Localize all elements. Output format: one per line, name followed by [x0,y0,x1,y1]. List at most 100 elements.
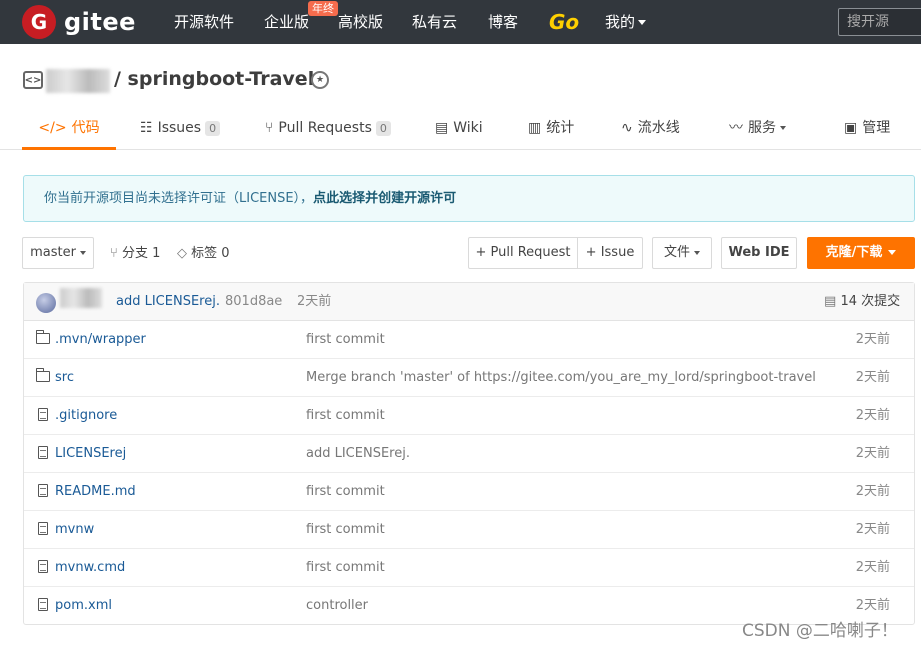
pipeline-icon: ∿ [621,120,633,136]
author-name-blurred[interactable] [60,288,102,308]
table-row[interactable]: mvnw first commit 2天前 [24,511,914,549]
file-menu-button[interactable]: 文件 [652,237,712,269]
file-name[interactable]: mvnw.cmd [55,549,125,587]
search-input[interactable]: 搜开源 [838,8,921,36]
commits-icon: ▤ [824,294,837,309]
commit-message[interactable]: first commit [306,473,385,511]
file-name[interactable]: .gitignore [55,397,117,435]
issues-count: 0 [205,121,221,136]
commit-message[interactable]: first commit [306,397,385,435]
table-row[interactable]: LICENSErej add LICENSErej. 2天前 [24,435,914,473]
commit-time: 2天前 [855,484,890,499]
branches-link[interactable]: ⑂ 分支 1 [110,238,160,270]
new-pull-request-button[interactable]: + Pull Request [468,237,578,269]
file-name[interactable]: pom.xml [55,587,112,625]
file-name[interactable]: .mvn/wrapper [55,321,146,359]
tab-issues-label: Issues [157,120,202,136]
gitee-logo-icon: G [22,5,56,39]
tab-pipeline[interactable]: ∿ 流水线 [621,110,680,150]
file-name[interactable]: src [55,359,74,397]
table-row[interactable]: README.md first commit 2天前 [24,473,914,511]
nav-enterprise[interactable]: 企业版 [264,0,309,44]
pulse-icon: 〰 [729,120,743,136]
tab-wiki-label: Wiki [453,120,483,136]
chevron-down-icon [888,250,897,255]
manage-icon: ▣ [844,120,858,136]
file-name[interactable]: mvnw [55,511,94,549]
commit-message[interactable]: first commit [306,321,385,359]
commit-message[interactable]: first commit [306,511,385,549]
branch-select[interactable]: master [22,237,94,269]
license-notice-text: 你当前开源项目尚未选择许可证（LICENSE）， [44,191,314,206]
nav-open-source[interactable]: 开源软件 [174,0,234,44]
commit-time: 2天前 [855,332,890,347]
table-row[interactable]: .gitignore first commit 2天前 [24,397,914,435]
chevron-down-icon [780,126,786,130]
repo-title[interactable]: / springboot-Travel [114,68,314,90]
bar-chart-icon: ▥ [528,120,542,136]
pull-requests-count: 0 [375,121,391,136]
file-icon [38,408,48,421]
file-icon [38,598,48,611]
table-row[interactable]: src Merge branch 'master' of https://git… [24,359,914,397]
tags-link[interactable]: ◇ 标签 0 [177,238,230,270]
gitee-logo[interactable]: G gitee [22,5,136,39]
last-commit-sha[interactable]: 801d8ae [225,283,282,321]
file-icon [38,446,48,459]
commit-message[interactable]: first commit [306,549,385,587]
commit-time: 2天前 [855,560,890,575]
clone-download-label: 克隆/下载 [825,245,883,260]
table-row[interactable]: .mvn/wrapper first commit 2天前 [24,321,914,359]
nav-education[interactable]: 高校版 [338,0,383,44]
chevron-down-icon [79,250,86,255]
book-icon: ▤ [435,120,449,136]
nav-mine[interactable]: 我的 [605,0,647,44]
create-license-link[interactable]: 点此选择并创建开源许可 [313,191,456,206]
new-issue-button[interactable]: + Issue [577,237,643,269]
folder-icon [35,368,50,382]
clone-download-button[interactable]: 克隆/下载 [807,237,915,269]
tab-code[interactable]: </> 代码 [22,110,116,150]
file-name[interactable]: README.md [55,473,136,511]
file-name[interactable]: LICENSErej [55,435,126,473]
tab-manage[interactable]: ▣ 管理 [844,110,890,150]
tab-stats[interactable]: ▥ 统计 [528,110,574,150]
nav-mine-label: 我的 [605,13,636,31]
tab-pull-requests[interactable]: ⑂ Pull Requests 0 [265,110,391,150]
commit-message[interactable]: controller [306,587,368,625]
code-icon: </> [38,120,67,136]
branches-label: 分支 1 [121,246,161,261]
nav-private-cloud[interactable]: 私有云 [412,0,457,44]
commit-time: 2天前 [855,370,890,385]
commits-count-link[interactable]: ▤ 14 次提交 [824,283,900,321]
tab-issues[interactable]: ☷ Issues 0 [140,110,221,150]
top-navbar: G gitee 开源软件 企业版 年终 高校版 私有云 博客 Go 我的 搜开源 [0,0,921,44]
tab-pipeline-label: 流水线 [637,120,680,136]
file-icon [38,522,48,535]
owner-name-blurred[interactable] [46,69,110,93]
pull-request-icon: ⑂ [265,120,274,136]
tab-code-label: 代码 [71,120,100,136]
nav-go[interactable]: Go [549,0,579,44]
web-ide-button[interactable]: Web IDE [721,237,797,269]
avatar[interactable] [36,293,56,313]
file-table: add LICENSErej. 801d8ae 2天前 ▤ 14 次提交 .mv… [23,282,915,625]
tab-wiki[interactable]: ▤ Wiki [435,110,483,150]
folder-icon [35,330,50,344]
commit-time: 2天前 [855,522,890,537]
tab-manage-label: 管理 [862,120,891,136]
branch-select-label: master [30,245,76,260]
nav-blog[interactable]: 博客 [488,0,518,44]
file-menu-label: 文件 [663,245,690,260]
tab-services[interactable]: 〰服务 [729,110,786,150]
commit-message[interactable]: Merge branch 'master' of https://gitee.c… [306,359,816,397]
tag-icon: ◇ [177,246,187,261]
year-end-badge: 年终 [308,1,338,16]
csdn-watermark: CSDN @二哈喇子！ [742,621,898,641]
table-row[interactable]: mvnw.cmd first commit 2天前 [24,549,914,587]
last-commit-message[interactable]: add LICENSErej. [116,283,220,321]
tags-label: 标签 0 [191,246,230,261]
chevron-down-icon [694,250,700,255]
commit-time: 2天前 [855,446,890,461]
commit-message[interactable]: add LICENSErej. [306,435,410,473]
